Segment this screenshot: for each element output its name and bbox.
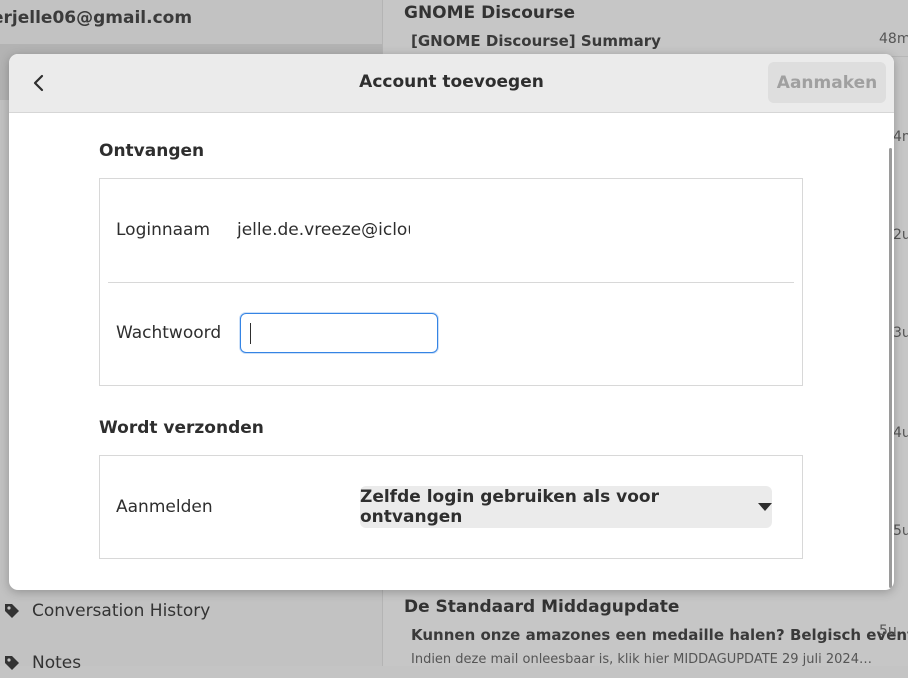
message-subject: Kunnen onze amazones een medaille halen?… <box>411 626 908 644</box>
add-account-dialog: Account toevoegen Aanmaken Ontvangen Log… <box>9 54 894 590</box>
message-preview: Indien deze mail onleesbaar is, klik hie… <box>411 652 872 667</box>
dialog-content: Ontvangen Loginnaam jelle.de.vreeze@iclo… <box>9 113 894 590</box>
message-time: 4m <box>893 129 908 145</box>
message-time: 4u <box>893 425 908 441</box>
row-divider <box>108 282 794 283</box>
auth-method-dropdown[interactable]: Zelfde login gebruiken als voor ontvange… <box>360 486 772 528</box>
message-sender: GNOME Discourse <box>404 3 576 23</box>
login-value[interactable]: jelle.de.vreeze@iclou <box>237 220 410 240</box>
dropdown-selected-value: Zelfde login gebruiken als voor ontvange… <box>360 487 659 527</box>
tag-icon <box>5 604 19 618</box>
password-label: Wachtwoord <box>116 323 222 343</box>
tag-icon <box>5 656 19 670</box>
account-email: erjelle06@gmail.com <box>0 8 193 28</box>
section-title-receive: Ontvangen <box>99 141 205 161</box>
message-subject: [GNOME Discourse] Summary <box>411 32 661 50</box>
password-input[interactable] <box>240 313 438 353</box>
folder-label: Notes <box>32 653 82 673</box>
message-time: 48m <box>879 31 908 47</box>
folder-notes: Notes <box>0 648 382 678</box>
text-caret <box>250 323 251 344</box>
auth-label: Aanmelden <box>116 497 213 517</box>
dropdown-arrow-icon <box>758 503 772 511</box>
message-time: 5u <box>879 623 897 639</box>
send-card: Aanmelden Zelfde login gebruiken als voo… <box>99 455 803 559</box>
login-label: Loginnaam <box>116 220 211 240</box>
folder-label: Conversation History <box>32 601 211 621</box>
message-row: GNOME Discourse [GNOME Discourse] Summar… <box>383 0 908 57</box>
section-title-send: Wordt verzonden <box>99 418 264 438</box>
message-row: De Standaard Middagupdate Kunnen onze am… <box>383 592 908 667</box>
folder-conversation-history: Conversation History <box>0 596 382 626</box>
dialog-scrollbar[interactable] <box>889 148 892 588</box>
dialog-header: Account toevoegen Aanmaken <box>9 54 894 113</box>
message-time: 5u <box>893 523 908 539</box>
message-time: 3u <box>893 325 908 341</box>
account-header: erjelle06@gmail.com <box>0 0 200 28</box>
message-time: 2u <box>893 227 908 243</box>
create-button[interactable]: Aanmaken <box>768 62 886 103</box>
message-sender: De Standaard Middagupdate <box>404 597 680 617</box>
receive-card: Loginnaam jelle.de.vreeze@iclou Wachtwoo… <box>99 178 803 386</box>
dialog-title: Account toevoegen <box>359 72 544 92</box>
